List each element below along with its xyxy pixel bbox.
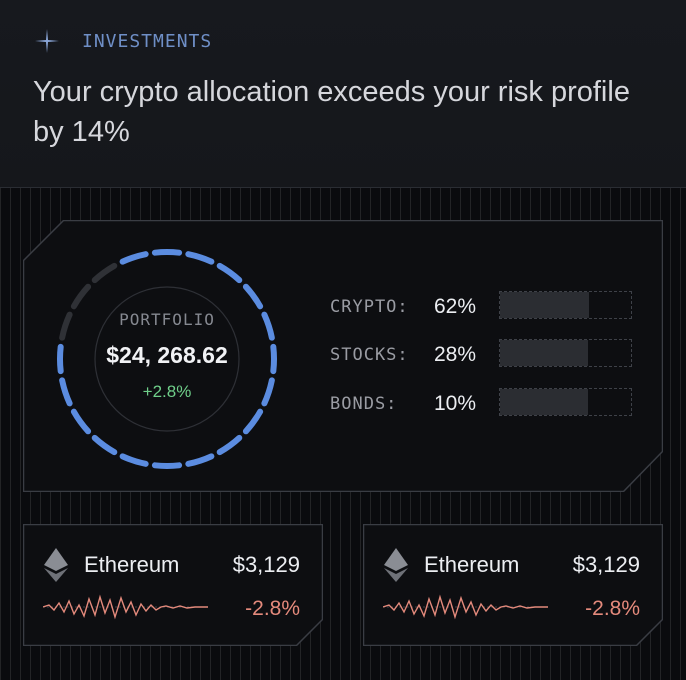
ring-segment (151, 249, 183, 256)
coin-card-border (23, 524, 323, 646)
ethereum-icon (44, 548, 68, 582)
ring-segment (242, 283, 264, 310)
coin-change: -2.8% (585, 597, 640, 620)
ring-segment (59, 311, 73, 341)
coin-change: -2.8% (245, 597, 300, 620)
section-eyebrow: INVESTMENTS (82, 31, 213, 52)
ring-segment (119, 453, 149, 467)
ring-segment (261, 311, 275, 341)
sparkle-icon (35, 29, 59, 53)
alloc-stocks-bar (499, 339, 632, 367)
coin-card-ethereum[interactable]: Ethereum $3,129 -2.8% (363, 524, 663, 646)
alloc-bonds-value: 10% (434, 392, 477, 415)
alloc-stocks-value: 28% (434, 343, 477, 366)
ring-segment (70, 408, 92, 435)
insight-header: INVESTMENTS Your crypto allocation excee… (0, 0, 686, 188)
ring-segment (70, 283, 92, 310)
coin-sparkline (43, 594, 208, 620)
coin-card-ethereum[interactable]: Ethereum $3,129 -2.8% (23, 524, 323, 646)
ring-segment (119, 251, 149, 265)
ring-segment (216, 434, 243, 456)
coin-card-border (363, 524, 663, 646)
ring-segment (185, 251, 215, 265)
alloc-bonds-label: BONDS: (330, 394, 398, 414)
coin-sparkline (383, 594, 548, 620)
ring-segment (57, 343, 64, 375)
coin-price: $3,129 (572, 552, 640, 577)
portfolio-label: PORTFOLIO (119, 310, 215, 329)
alloc-crypto-value: 62% (434, 295, 477, 318)
insight-headline: Your crypto allocation exceeds your risk… (33, 76, 630, 148)
alloc-crypto-bar (499, 291, 632, 319)
coin-name: Ethereum (424, 552, 520, 577)
ring-segment (261, 377, 275, 407)
portfolio-value: $24, 268.62 (106, 342, 228, 368)
alloc-bonds-bar (499, 388, 632, 416)
ethereum-icon (384, 548, 408, 582)
alloc-bonds-fill (500, 389, 588, 415)
alloc-stocks-fill (500, 340, 588, 366)
coin-name: Ethereum (84, 552, 180, 577)
alloc-crypto-label: CRYPTO: (330, 297, 409, 317)
ring-segment (59, 377, 73, 407)
alloc-crypto-fill (500, 292, 590, 318)
ring-segment (91, 262, 118, 284)
ring-segment (270, 343, 277, 375)
ring-segment (91, 434, 118, 456)
ring-segment (242, 408, 264, 435)
portfolio-change: +2.8% (142, 382, 192, 401)
alloc-stocks-label: STOCKS: (330, 345, 409, 365)
coin-price: $3,129 (232, 552, 300, 577)
ring-segment (216, 262, 243, 284)
ring-segment (185, 453, 215, 467)
ring-segment (151, 462, 183, 469)
